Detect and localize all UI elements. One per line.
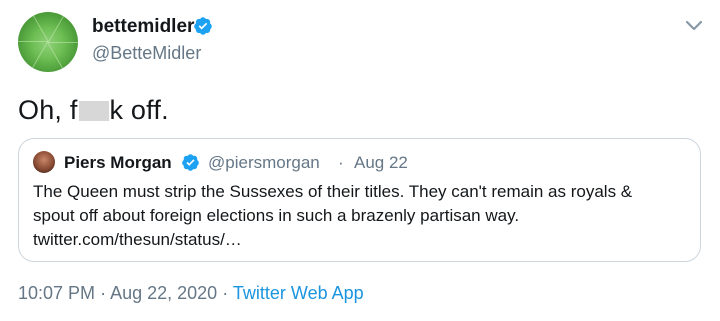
quoted-body-line: The Queen must strip the Sussexes of the… — [33, 182, 633, 201]
verified-badge-icon — [182, 154, 199, 171]
author-handle[interactable]: @BetteMidler — [92, 42, 201, 64]
redaction-block — [78, 101, 109, 121]
tweet-date[interactable]: Aug 22, 2020 — [110, 283, 217, 303]
quoted-handle: @piersmorgan — [208, 153, 320, 172]
source-app-link[interactable]: Twitter Web App — [233, 283, 364, 303]
avatar[interactable] — [18, 12, 78, 72]
quoted-body-link: twitter.com/thesun/status/… — [33, 230, 242, 249]
meta-separator: · — [100, 283, 107, 303]
meta-separator: · — [222, 283, 229, 303]
avatar-leaf-vein — [48, 42, 78, 43]
avatar-leaf-vein — [47, 42, 63, 69]
verified-badge-icon — [194, 17, 212, 35]
quoted-body-line: spout off about foreign elections in suc… — [33, 206, 520, 225]
tweet-card: bettemidler @BetteMidler Oh, f k off. Pie… — [0, 0, 720, 321]
tweet-text-end: k off. — [109, 95, 169, 125]
tweet-text: Oh, f k off. — [18, 94, 169, 126]
tweet-text-start: Oh, f — [18, 95, 78, 125]
avatar-leaf-vein — [32, 41, 48, 68]
avatar-leaf-vein — [48, 16, 64, 43]
chevron-down-icon[interactable] — [682, 16, 706, 36]
avatar-leaf-vein — [33, 15, 49, 42]
quoted-tweet[interactable]: Piers Morgan @piersmorgan · Aug 22 The Q… — [18, 138, 701, 262]
quoted-body: The Queen must strip the Sussexes of the… — [33, 180, 693, 252]
quoted-avatar — [33, 151, 55, 173]
tweet-time[interactable]: 10:07 PM — [18, 283, 95, 303]
avatar-leaf-vein — [18, 41, 48, 42]
tweet-meta: 10:07 PM · Aug 22, 2020 · Twitter Web Ap… — [18, 282, 364, 304]
author-display-name[interactable]: bettemidler — [92, 16, 194, 38]
quoted-display-name: Piers Morgan — [64, 153, 172, 172]
quoted-date: Aug 22 — [354, 153, 408, 172]
quoted-separator: · — [338, 153, 344, 172]
